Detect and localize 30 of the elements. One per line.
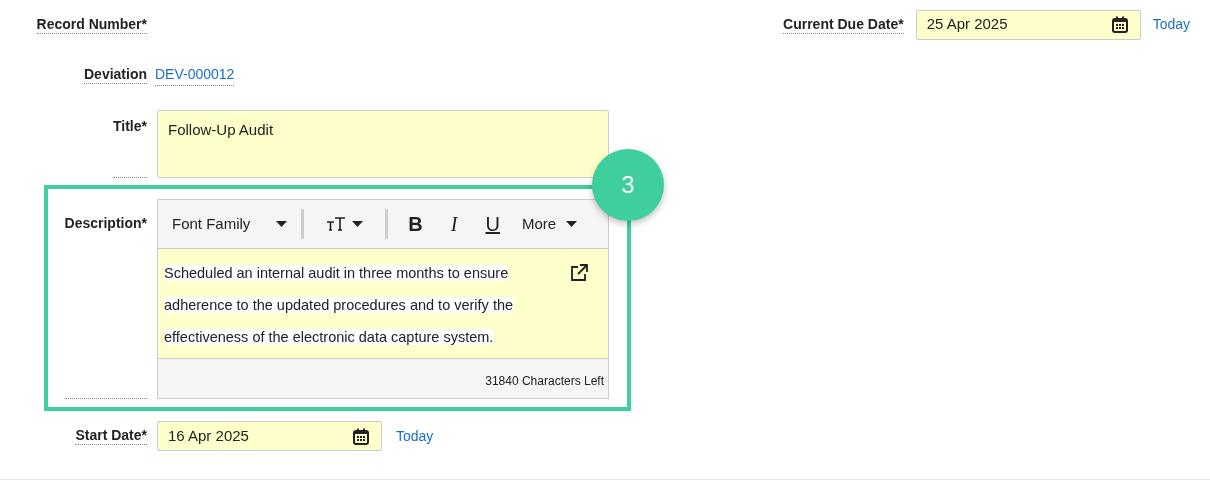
- caret-icon: [352, 221, 364, 227]
- field-label: Current Due Date*: [783, 15, 904, 34]
- field-label: Title*: [113, 118, 147, 178]
- dropdown-button[interactable]: More: [513, 207, 586, 241]
- italic-button[interactable]: I: [442, 207, 466, 241]
- deviation-link[interactable]: DEV-000012: [155, 64, 235, 86]
- today-link[interactable]: Today: [1152, 14, 1190, 35]
- text-size-icon: [326, 217, 347, 231]
- caret-icon: [566, 221, 578, 227]
- description-field[interactable]: Scheduled an internal audit in three months to ensure adherence to the updated procedures and to verify the effectiveness of the electronic data capture system.: [158, 249, 608, 358]
- date-field[interactable]: 16 Apr 2025: [157, 421, 382, 451]
- date-value: 25 Apr 2025: [926, 14, 1008, 35]
- external-link-icon[interactable]: [570, 264, 588, 282]
- description-text: Scheduled an internal audit in three months to ensure adherence to the updated procedures and to verify the effectiveness of the electronic data capture system.: [164, 264, 515, 347]
- underline-button[interactable]: U: [477, 207, 508, 241]
- field-label: Deviation: [84, 66, 147, 84]
- date-field[interactable]: 25 Apr 2025: [915, 9, 1141, 40]
- field-label: Description*: [64, 215, 147, 399]
- character-counter: 31840 Characters Left: [485, 373, 604, 390]
- title-field[interactable]: Follow-Up Audit: [157, 110, 609, 178]
- field-label: Record Number*: [36, 15, 147, 34]
- field-label: Start Date*: [75, 427, 147, 445]
- date-value: 16 Apr 2025: [168, 425, 249, 446]
- today-link[interactable]: Today: [396, 425, 434, 447]
- caret-icon: [276, 221, 288, 227]
- bold-button[interactable]: B: [400, 207, 431, 241]
- step-badge: 3: [592, 149, 664, 221]
- dropdown-button[interactable]: Font Family: [164, 207, 296, 241]
- calendar-icon[interactable]: [353, 427, 369, 445]
- calendar-icon[interactable]: [1111, 16, 1128, 33]
